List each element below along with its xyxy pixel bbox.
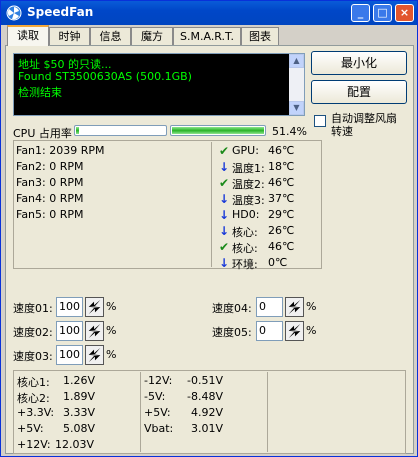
divider <box>211 142 212 267</box>
tab-exotics[interactable]: 魔方 <box>131 27 173 45</box>
speed04-label: 速度04: <box>212 302 252 315</box>
log-line: Found ST3500630AS (500.1GB) <box>18 70 192 83</box>
spin-arrows-icon[interactable] <box>85 321 104 341</box>
down-arrow-icon: ↓ <box>218 192 230 206</box>
scroll-up-icon[interactable]: ▲ <box>289 54 304 68</box>
divider <box>140 372 141 452</box>
scroll-down-icon[interactable]: ▼ <box>289 101 304 115</box>
fan2-reading: Fan2: 0 RPM <box>16 160 84 173</box>
speed01-label: 速度01: <box>13 302 53 315</box>
auto-fan-label-line2: 转速 <box>331 125 353 138</box>
divider <box>267 372 268 452</box>
temp-label: 核心: <box>232 226 258 239</box>
tab-readings[interactable]: 读取 <box>7 25 49 46</box>
spin-arrows-icon[interactable] <box>285 321 304 341</box>
spin-arrows-icon[interactable] <box>85 345 104 365</box>
temp-value: 29℃ <box>268 208 295 221</box>
voltage-value: 3.33V <box>63 406 96 419</box>
temp-value: 46℃ <box>268 176 295 189</box>
check-icon: ✔ <box>218 176 230 190</box>
config-button[interactable]: 配置 <box>311 80 407 104</box>
cpu-usage-bar <box>74 125 167 136</box>
minimize-window-button[interactable]: _ <box>351 4 370 22</box>
temp-value: 0℃ <box>268 256 288 269</box>
tab-charts[interactable]: 图表 <box>241 27 279 45</box>
speed04-unit: % <box>306 300 317 313</box>
speedfan-app-icon <box>6 5 22 21</box>
speed02-label: 速度02: <box>13 326 53 339</box>
spin-arrows-icon[interactable] <box>285 297 304 317</box>
fan4-reading: Fan4: 0 RPM <box>16 192 84 205</box>
cpu-usage-label: CPU 占用率 <box>13 127 72 140</box>
speed05-unit: % <box>306 324 317 337</box>
temp-label: HD0: <box>232 208 260 221</box>
cpu-usage-bar-2 <box>170 125 266 136</box>
cpu-usage-bar-2-fill <box>172 127 264 134</box>
speed02-unit: % <box>106 324 117 337</box>
fan3-reading: Fan3: 0 RPM <box>16 176 84 189</box>
voltage-label: 核心2: <box>17 392 50 405</box>
temp-value: 18℃ <box>268 160 295 173</box>
temp-label: GPU: <box>232 144 259 157</box>
voltage-value: -0.51V <box>187 374 223 387</box>
voltage-value: -8.48V <box>187 390 223 403</box>
check-icon: ✔ <box>218 144 230 158</box>
voltage-label: +12V: <box>17 438 51 451</box>
log-box[interactable]: 地址 $50 的只读... Found ST3500630AS (500.1GB… <box>13 53 305 116</box>
speed04-input[interactable]: 0 <box>256 297 283 317</box>
voltage-label: 核心1: <box>17 376 50 389</box>
voltage-value: 1.89V <box>63 390 96 403</box>
minimize-button[interactable]: 最小化 <box>311 51 407 75</box>
auto-fan-checkbox[interactable] <box>314 115 326 127</box>
down-arrow-icon: ↓ <box>218 256 230 270</box>
fan5-reading: Fan5: 0 RPM <box>16 208 84 221</box>
speedfan-window: SpeedFan _ □ × 读取 时钟 信息 魔方 S.M.A.R.T. 图表… <box>0 0 418 457</box>
voltage-label: +5V: <box>17 422 44 435</box>
voltage-value: 3.01V <box>191 422 224 435</box>
temp-value: 46℃ <box>268 240 295 253</box>
voltage-label: Vbat: <box>144 422 174 435</box>
temp-label: 温度3: <box>232 194 265 207</box>
spin-arrows-icon[interactable] <box>85 297 104 317</box>
speed01-input[interactable]: 100 <box>56 297 83 317</box>
voltage-value: 4.92V <box>191 406 224 419</box>
voltage-label: +5V: <box>144 406 171 419</box>
temp-value: 37℃ <box>268 192 295 205</box>
speed03-unit: % <box>106 348 117 361</box>
speed05-label: 速度05: <box>212 326 252 339</box>
voltage-value: 1.26V <box>63 374 96 387</box>
cpu-usage-bar-fill <box>76 127 79 134</box>
speed05-input[interactable]: 0 <box>256 321 283 341</box>
voltage-label: -5V: <box>144 390 166 403</box>
window-title: SpeedFan <box>27 5 94 19</box>
speed03-label: 速度03: <box>13 350 53 363</box>
down-arrow-icon: ↓ <box>218 224 230 238</box>
voltage-value: 12.03V <box>55 438 95 451</box>
tab-clock[interactable]: 时钟 <box>49 27 90 45</box>
log-line: 检测结束 <box>18 86 62 99</box>
fan1-reading: Fan1: 2039 RPM <box>16 144 105 157</box>
log-scrollbar[interactable]: ▲ ▼ <box>289 54 304 115</box>
voltage-value: 5.08V <box>63 422 96 435</box>
down-arrow-icon: ↓ <box>218 208 230 222</box>
temp-label: 环境: <box>232 258 258 271</box>
temp-label: 核心: <box>232 242 258 255</box>
tab-smart[interactable]: S.M.A.R.T. <box>173 27 241 45</box>
voltage-label: +3.3V: <box>17 406 55 419</box>
speed01-unit: % <box>106 300 117 313</box>
title-bar[interactable]: SpeedFan _ □ × <box>1 1 417 25</box>
close-window-button[interactable]: × <box>395 4 414 22</box>
temp-label: 温度2: <box>232 178 265 191</box>
maximize-window-button[interactable]: □ <box>373 4 392 22</box>
voltage-label: -12V: <box>144 374 173 387</box>
tab-info[interactable]: 信息 <box>90 27 131 45</box>
check-icon: ✔ <box>218 240 230 254</box>
down-arrow-icon: ↓ <box>218 160 230 174</box>
temp-value: 46℃ <box>268 144 295 157</box>
speed03-input[interactable]: 100 <box>56 345 83 365</box>
speed02-input[interactable]: 100 <box>56 321 83 341</box>
cpu-usage-percent: 51.4% <box>272 125 307 138</box>
temp-value: 26℃ <box>268 224 295 237</box>
temp-label: 温度1: <box>232 162 265 175</box>
